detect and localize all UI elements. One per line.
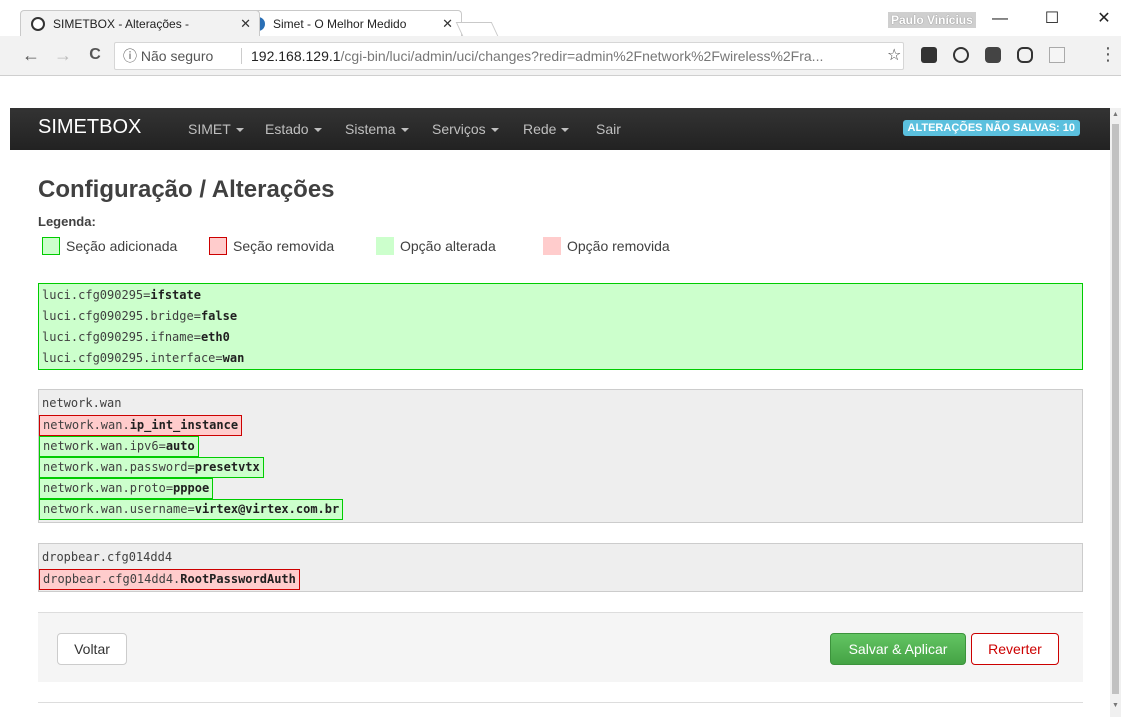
change-line-added: network.wan.password=presetvtx	[39, 457, 264, 478]
forward-arrow-icon[interactable]: →	[52, 44, 74, 66]
nav-item-rede[interactable]: Rede	[523, 121, 570, 137]
address-bar[interactable]: ⓘ Não seguro 192.168.129.1/cgi-bin/luci/…	[114, 42, 904, 70]
nav-item-servicos[interactable]: Serviços	[432, 121, 499, 137]
legend-section-added: Seção adicionada	[42, 236, 177, 256]
browser-menu-icon[interactable]: ⋮	[1099, 44, 1117, 65]
change-line-added: network.wan.ipv6=auto	[39, 436, 199, 457]
change-line: luci.cfg090295.interface=wan	[42, 351, 245, 365]
url-text[interactable]: 192.168.129.1/cgi-bin/luci/admin/uci/cha…	[251, 43, 823, 69]
extension-camera-icon[interactable]	[985, 47, 1001, 63]
legend-swatch	[376, 237, 394, 255]
nav-item-sair[interactable]: Sair	[596, 121, 621, 137]
not-secure-label[interactable]: ⓘ Não seguro	[123, 43, 213, 69]
footer-divider	[38, 702, 1083, 703]
change-line: luci.cfg090295=ifstate	[42, 288, 201, 302]
change-section-dropbear: dropbear.cfg014dd4 dropbear.cfg014dd4.Ro…	[38, 543, 1083, 592]
caret-down-icon	[400, 128, 409, 133]
extension-badge-icon[interactable]	[1017, 47, 1033, 63]
browser-toolbar: ← → C ⓘ Não seguro 192.168.129.1/cgi-bin…	[0, 36, 1121, 76]
change-line: dropbear.cfg014dd4	[42, 550, 173, 564]
page-title: Configuração / Alterações	[38, 176, 335, 203]
change-line-removed: network.wan.ip_int_instance	[39, 415, 243, 436]
change-section-network-wan: network.wan network.wan.ip_int_instance …	[38, 389, 1083, 523]
scroll-down-icon[interactable]: ▼	[1112, 702, 1119, 709]
back-button[interactable]: Voltar	[57, 633, 127, 665]
extension-placeholder-icon[interactable]	[1049, 47, 1065, 63]
nav-item-simet[interactable]: SIMET	[188, 121, 244, 137]
change-line: luci.cfg090295.bridge=false	[42, 309, 238, 323]
luci-navbar: SIMETBOX SIMET Estado Sistema Serviços R…	[10, 108, 1110, 150]
caret-down-icon	[235, 128, 244, 133]
unsaved-changes-badge[interactable]: ALTERAÇÕES NÃO SALVAS: 10	[902, 120, 1080, 136]
change-line-added: network.wan.proto=pppoe	[39, 478, 214, 499]
tab-close-icon[interactable]: ✕	[442, 11, 453, 36]
new-tab-button[interactable]	[455, 22, 499, 36]
change-line: network.wan	[42, 396, 122, 410]
back-arrow-icon[interactable]: ←	[20, 44, 42, 66]
browser-user-name[interactable]: Paulo Vinícius	[888, 12, 976, 28]
legend-swatch	[42, 237, 60, 255]
scroll-up-icon[interactable]: ▲	[1112, 111, 1119, 118]
change-line-removed: dropbear.cfg014dd4.RootPasswordAuth	[39, 569, 300, 590]
tab-close-icon[interactable]: ✕	[240, 11, 251, 36]
tab-simet[interactable]: Simet - O Melhor Medido ✕	[240, 10, 462, 36]
extension-sync-icon[interactable]	[953, 47, 969, 63]
change-section-luci: luci.cfg090295=ifstate luci.cfg090295.br…	[38, 283, 1083, 370]
change-line: luci.cfg090295.ifname=eth0	[42, 330, 230, 344]
page-scrollbar-thumb[interactable]	[1112, 124, 1119, 694]
legend-swatch	[543, 237, 561, 255]
simetbox-favicon-icon	[31, 17, 45, 31]
tab-title: Simet - O Melhor Medido	[273, 17, 407, 31]
omnibox-divider	[241, 48, 242, 64]
extension-store-icon[interactable]	[921, 47, 937, 63]
reload-icon[interactable]: C	[84, 44, 106, 66]
legend-swatch	[209, 237, 227, 255]
close-window-icon[interactable]: ✕	[1089, 8, 1119, 30]
legend-option-removed: Opção removida	[543, 236, 670, 256]
caret-down-icon	[313, 128, 322, 133]
legend-option-changed: Opção alterada	[376, 236, 496, 256]
change-line-added: network.wan.username=virtex@virtex.com.b…	[39, 499, 344, 520]
caret-down-icon	[490, 128, 499, 133]
minimize-icon[interactable]: —	[985, 8, 1015, 30]
bookmark-star-icon[interactable]: ☆	[887, 45, 901, 65]
nav-item-sistema[interactable]: Sistema	[345, 121, 409, 137]
save-apply-button[interactable]: Salvar & Aplicar	[830, 633, 966, 665]
tab-simetbox[interactable]: SIMETBOX - Alterações - ✕	[20, 10, 260, 36]
brand-logo[interactable]: SIMETBOX	[38, 116, 141, 139]
legend-title: Legenda:	[38, 214, 96, 229]
legend-section-removed: Seção removida	[209, 236, 334, 256]
revert-button[interactable]: Reverter	[971, 633, 1059, 665]
nav-item-estado[interactable]: Estado	[265, 121, 322, 137]
maximize-icon[interactable]: ☐	[1037, 8, 1067, 30]
action-bar: Voltar Salvar & Aplicar Reverter	[38, 612, 1083, 682]
caret-down-icon	[561, 128, 570, 133]
tab-title: SIMETBOX - Alterações -	[53, 17, 190, 31]
browser-titlebar: SIMETBOX - Alterações - ✕ Simet - O Melh…	[0, 0, 1121, 36]
